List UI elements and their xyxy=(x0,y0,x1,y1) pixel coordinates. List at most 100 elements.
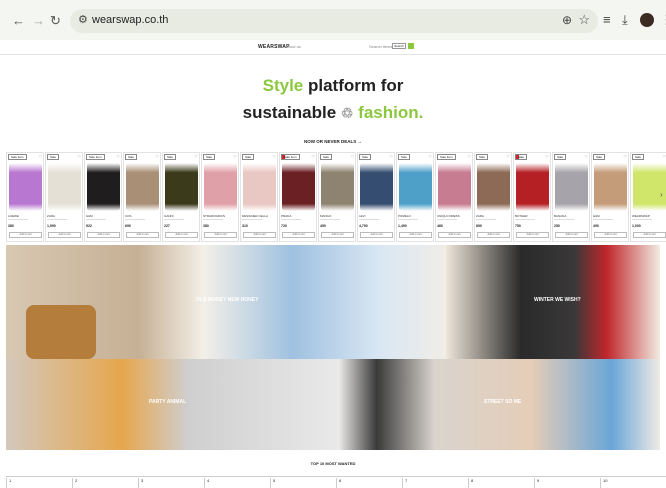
heart-icon[interactable]: ♡ xyxy=(623,154,627,159)
heart-icon[interactable]: ♡ xyxy=(584,154,588,159)
product-image[interactable] xyxy=(477,163,510,211)
about-link[interactable]: About us xyxy=(285,44,301,49)
product-price: 310 xyxy=(242,224,248,228)
heart-icon[interactable]: ♡ xyxy=(389,154,393,159)
product-card[interactable]: Sale item ♡ UNIQLO DRESS 460 Add to cart xyxy=(435,152,473,242)
heart-icon[interactable]: ♡ xyxy=(77,154,81,159)
add-to-cart-button[interactable]: Add to cart xyxy=(165,232,198,238)
add-to-cart-button[interactable]: Add to cart xyxy=(399,232,432,238)
download-icon[interactable]: ⤓ xyxy=(622,12,628,28)
sale-tag: Sale xyxy=(164,154,177,160)
banner-label: OLD MONEY NEW HONEY xyxy=(196,297,259,303)
product-image[interactable] xyxy=(9,163,42,211)
add-to-cart-button[interactable]: Add to cart xyxy=(360,232,393,238)
divider xyxy=(359,219,379,220)
product-card[interactable]: Sale ♡ H&M 490 Add to cart xyxy=(591,152,629,242)
product-card[interactable]: Sale ♡ STRADIVARIUS 380 Add to cart xyxy=(201,152,239,242)
product-image[interactable] xyxy=(360,163,393,211)
cart-icon[interactable] xyxy=(408,43,414,49)
product-card[interactable]: Sale item ♡ LOEWE 380 Add to cart xyxy=(6,152,44,242)
banner-street[interactable]: STREET SO ME xyxy=(338,359,660,450)
product-image[interactable] xyxy=(438,163,471,211)
zoom-icon[interactable]: ⊕ xyxy=(562,13,572,27)
heart-icon[interactable]: ♡ xyxy=(116,154,120,159)
heart-icon[interactable]: ♡ xyxy=(233,154,237,159)
search-button[interactable]: Search xyxy=(392,43,406,49)
address-bar[interactable]: ⚙ wearswap.co.th ⊕ ☆ xyxy=(70,9,598,33)
carousel-next-icon[interactable]: › xyxy=(660,190,663,199)
sale-tag: Sale item xyxy=(86,154,105,160)
product-price: 460 xyxy=(437,224,443,228)
banner-old-money[interactable]: OLD MONEY NEW HONEY xyxy=(6,245,446,359)
product-card[interactable]: Sale ♡ DESIGNER CELLA 310 Add to cart xyxy=(240,152,278,242)
forward-icon[interactable]: → xyxy=(32,13,45,28)
product-card[interactable]: Sale ♡ GANNI 227 Add to cart xyxy=(162,152,200,242)
product-image[interactable] xyxy=(165,163,198,211)
banner-winter[interactable]: WINTER WE WISH? xyxy=(446,245,660,359)
media-icon[interactable]: ≡ xyxy=(603,12,611,27)
product-name: BOTHER xyxy=(515,214,528,218)
add-to-cart-button[interactable]: Add to cart xyxy=(516,232,549,238)
product-card[interactable]: Sale ♡ BOTHER 750 Add to cart xyxy=(513,152,551,242)
heart-icon[interactable]: ♡ xyxy=(545,154,549,159)
star-icon[interactable]: ☆ xyxy=(578,12,590,28)
heart-icon[interactable]: ♡ xyxy=(311,154,315,159)
search-input[interactable]: Search items xyxy=(369,44,392,49)
heart-icon[interactable]: ♡ xyxy=(467,154,471,159)
heart-icon[interactable]: ♡ xyxy=(155,154,159,159)
product-image[interactable] xyxy=(555,163,588,211)
product-image[interactable] xyxy=(87,163,120,211)
add-to-cart-button[interactable]: Add to cart xyxy=(243,232,276,238)
product-image[interactable] xyxy=(633,163,666,211)
add-to-cart-button[interactable]: Add to cart xyxy=(438,232,471,238)
product-image[interactable] xyxy=(399,163,432,211)
product-image[interactable] xyxy=(321,163,354,211)
reload-icon[interactable]: ↻ xyxy=(50,13,61,29)
product-card[interactable]: Sale ♡ LEVI 4,790 Add to cart xyxy=(357,152,395,242)
add-to-cart-button[interactable]: Add to cart xyxy=(594,232,627,238)
add-to-cart-button[interactable]: Add to cart xyxy=(126,232,159,238)
product-card[interactable]: Sale ♡ COS 690 Add to cart xyxy=(123,152,161,242)
product-card[interactable]: Sale ♡ ZARA 1,990 Add to cart xyxy=(45,152,83,242)
add-to-cart-button[interactable]: Add to cart xyxy=(204,232,237,238)
product-image[interactable] xyxy=(594,163,627,211)
heart-icon[interactable]: ♡ xyxy=(194,154,198,159)
product-card[interactable]: Sale ♡ ZARA 890 Add to cart xyxy=(474,152,512,242)
add-to-cart-button[interactable]: Add to cart xyxy=(48,232,81,238)
menu-dots-icon[interactable]: ⋮ xyxy=(660,12,666,28)
add-to-cart-button[interactable]: Add to cart xyxy=(477,232,510,238)
back-icon[interactable]: ← xyxy=(12,13,25,28)
product-card[interactable]: Sale ♡ BANANA 250 Add to cart xyxy=(552,152,590,242)
divider xyxy=(125,219,145,220)
heart-icon[interactable]: ♡ xyxy=(662,154,666,159)
heart-icon[interactable]: ♡ xyxy=(272,154,276,159)
add-to-cart-button[interactable]: Add to cart xyxy=(87,232,120,238)
product-card[interactable]: Sale ♡ POMELO 1,490 Add to cart xyxy=(396,152,434,242)
add-to-cart-button[interactable]: Add to cart xyxy=(633,232,666,238)
product-image[interactable] xyxy=(243,163,276,211)
top-ten-title: TOP 10 MOST WANTED xyxy=(310,461,356,466)
deals-label: NOW OR NEVER xyxy=(303,139,340,144)
heart-icon[interactable]: ♡ xyxy=(38,154,42,159)
deals-link[interactable]: NOW OR NEVER DEALS → xyxy=(0,139,666,144)
add-to-cart-button[interactable]: Add to cart xyxy=(282,232,315,238)
heart-icon[interactable]: ♡ xyxy=(428,154,432,159)
heart-icon[interactable]: ♡ xyxy=(350,154,354,159)
product-image[interactable] xyxy=(516,163,549,211)
product-image[interactable] xyxy=(48,163,81,211)
banner-party[interactable]: PARTY ANIMAL xyxy=(6,359,338,450)
add-to-cart-button[interactable]: Add to cart xyxy=(9,232,42,238)
product-image[interactable] xyxy=(126,163,159,211)
product-image[interactable] xyxy=(282,163,315,211)
product-image[interactable] xyxy=(204,163,237,211)
heart-icon[interactable]: ♡ xyxy=(506,154,510,159)
profile-avatar[interactable] xyxy=(640,13,654,27)
product-price: 890 xyxy=(476,224,482,228)
product-card[interactable]: Sale item ♡ PRADA 720 Add to cart xyxy=(279,152,317,242)
product-card[interactable]: Sale item ♡ H&M 522 Add to cart xyxy=(84,152,122,242)
divider xyxy=(320,219,340,220)
product-card[interactable]: Sale ♡ MANGO 490 Add to cart xyxy=(318,152,356,242)
add-to-cart-button[interactable]: Add to cart xyxy=(555,232,588,238)
add-to-cart-button[interactable]: Add to cart xyxy=(321,232,354,238)
tune-icon[interactable]: ⚙ xyxy=(78,13,88,26)
